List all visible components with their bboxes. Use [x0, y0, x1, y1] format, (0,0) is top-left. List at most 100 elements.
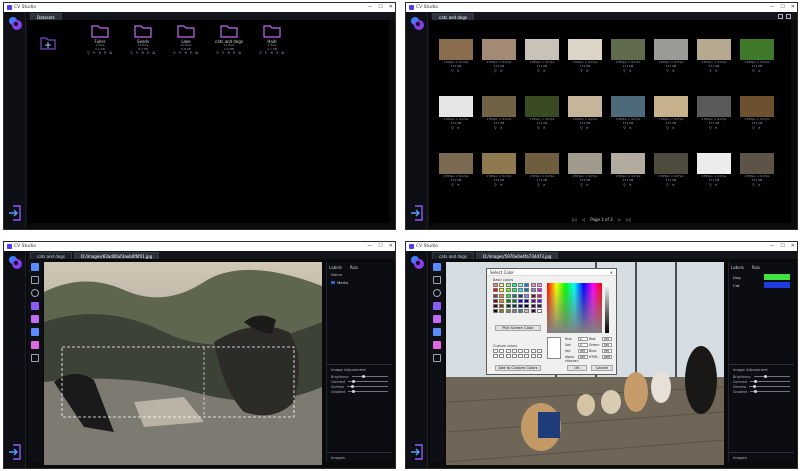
thumbnail-actions[interactable]: ⚲ ✕: [608, 126, 648, 130]
basic-color-swatch[interactable]: [537, 298, 543, 303]
thumbnail-actions[interactable]: ⚲ ✕: [479, 69, 519, 73]
luminance-slider[interactable]: [605, 283, 609, 333]
basic-color-swatch[interactable]: [524, 309, 530, 314]
minimize-button[interactable]: —: [367, 242, 372, 251]
basic-color-swatch[interactable]: [530, 298, 536, 303]
tab-cats-and-dogs[interactable]: cats and dogs: [30, 252, 72, 259]
folder-actions[interactable]: ⚲ ✎ ⟲ ⎘ ⧉: [168, 51, 204, 55]
image-thumbnail[interactable]: [525, 39, 559, 60]
custom-color-swatch[interactable]: [493, 349, 498, 353]
custom-color-swatch[interactable]: [505, 349, 511, 353]
magic-wand-icon[interactable]: [31, 354, 39, 362]
folder-card[interactable]: Fuller 1 files 0.2 KB ⚲ ✎ ⟲ ⎘ ⧉: [82, 24, 118, 55]
val-input[interactable]: [578, 349, 588, 353]
brush-tool-icon[interactable]: [31, 315, 39, 323]
folder-actions[interactable]: ⚲ ✎ ⟲ ⎘ ⧉: [211, 51, 247, 55]
tab-image-file[interactable]: D:/images/83ad06af3aeb0f6f01.jpg: [73, 252, 160, 259]
image-thumbnail-card[interactable]: 1705px × 917px 171 KB ⚲ ✕: [565, 96, 605, 130]
first-page-button[interactable]: |◁: [572, 217, 576, 222]
basic-color-swatch[interactable]: [499, 293, 505, 298]
basic-color-swatch[interactable]: [499, 288, 505, 293]
basic-color-swatch[interactable]: [493, 283, 498, 287]
image-thumbnail[interactable]: [740, 39, 774, 60]
image-thumbnail[interactable]: [654, 39, 688, 60]
hue-input[interactable]: [578, 337, 588, 341]
thumbnail-actions[interactable]: ⚲ ✕: [651, 126, 691, 130]
folder-actions[interactable]: ⚲ ✎ ⟲ ⎘ ⧉: [82, 51, 118, 55]
gradient-slider[interactable]: Gradient: [729, 389, 794, 394]
image-thumbnail-card[interactable]: 1705px × 917px 171 KB ⚲ ✕: [608, 96, 648, 130]
thumbnail-actions[interactable]: ⚲ ✕: [608, 183, 648, 187]
image-thumbnail-card[interactable]: 1705px × 917px 171 KB ⚲ ✕: [522, 153, 562, 187]
close-button[interactable]: ✕: [791, 3, 795, 12]
maximize-button[interactable]: ☐: [378, 242, 382, 251]
folder-card[interactable]: Lake 10 files 0.8 KB ⚲ ✎ ⟲ ⎘ ⧉: [168, 24, 204, 55]
basic-color-swatch[interactable]: [524, 288, 530, 293]
maximize-button[interactable]: ☐: [780, 242, 784, 251]
custom-color-swatch[interactable]: [518, 354, 524, 359]
ok-button[interactable]: OK: [567, 365, 587, 371]
folder-actions[interactable]: ⚲ ✎ ⟲ ⎘ ⧉: [254, 51, 290, 55]
image-thumbnail-card[interactable]: 1705px × 917px 171 KB ⚲ ✕: [479, 96, 519, 130]
thumbnail-actions[interactable]: ⚲ ✕: [737, 69, 777, 73]
custom-color-swatch[interactable]: [511, 354, 517, 359]
image-thumbnail-card[interactable]: 1705px × 917px 171 KB ⚲ ✕: [436, 96, 476, 130]
gradient-slider[interactable]: Gradient: [327, 389, 392, 394]
image-thumbnail-card[interactable]: 1705px × 917px 171 KB ⚲ ✕: [436, 153, 476, 187]
thumbnail-actions[interactable]: ⚲ ✕: [694, 183, 734, 187]
basic-color-swatch[interactable]: [493, 298, 498, 303]
image-thumbnail[interactable]: [482, 96, 516, 117]
thumbnail-actions[interactable]: ⚲ ✕: [522, 183, 562, 187]
basic-color-swatch[interactable]: [530, 293, 536, 298]
add-folder-icon[interactable]: [40, 36, 56, 50]
basic-color-swatch[interactable]: [524, 304, 530, 309]
label-item[interactable]: Marks: [327, 279, 392, 286]
basic-color-swatch[interactable]: [530, 288, 536, 293]
image-thumbnail-card[interactable]: 1705px × 917px 171 KB ⚲ ✕: [565, 153, 605, 187]
tab-image-file[interactable]: D:/images/5976e0e4fa734d73.jpg: [475, 252, 559, 259]
basic-color-swatch[interactable]: [530, 283, 536, 287]
tab-rois[interactable]: Rois: [350, 265, 358, 270]
close-icon[interactable]: ✕: [610, 269, 613, 276]
custom-color-swatch[interactable]: [524, 349, 530, 353]
thumbnail-actions[interactable]: ⚲ ✕: [565, 69, 605, 73]
image-thumbnail-card[interactable]: 1705px × 917px 171 KB ⚲ ✕: [565, 39, 605, 73]
image-thumbnail-card[interactable]: 1705px × 917px 171 KB ⚲ ✕: [651, 39, 691, 73]
folder-card[interactable]: cats and dogs 12 files 2.6 MB ⚲ ✎ ⟲ ⎘ ⧉: [211, 24, 247, 55]
magic-wand-icon[interactable]: [433, 354, 441, 362]
maximize-button[interactable]: ☐: [378, 3, 382, 12]
fill-tool-icon[interactable]: [433, 328, 441, 336]
minimize-button[interactable]: —: [367, 3, 372, 12]
custom-color-swatch[interactable]: [499, 354, 505, 359]
image-thumbnail-card[interactable]: 1705px × 917px 171 KB ⚲ ✕: [694, 153, 734, 187]
pointer-tool-icon[interactable]: [433, 263, 441, 271]
brush-tool-icon[interactable]: [433, 315, 441, 323]
polygon-tool-icon[interactable]: [31, 302, 39, 310]
thumbnail-actions[interactable]: ⚲ ✕: [694, 126, 734, 130]
alpha-input[interactable]: [578, 355, 588, 359]
rectangle-tool-icon[interactable]: [31, 276, 39, 284]
basic-color-swatch[interactable]: [537, 288, 543, 293]
close-button[interactable]: ✕: [389, 242, 393, 251]
sat-input[interactable]: [578, 343, 588, 347]
custom-color-swatch[interactable]: [530, 354, 536, 359]
folder-card[interactable]: Seeds 12 files 8.3 KB ⚲ ✎ ⟲ ⎘ ⧉: [125, 24, 161, 55]
basic-color-swatch[interactable]: [530, 309, 536, 314]
prev-page-button[interactable]: ◁: [582, 217, 585, 222]
image-thumbnail-card[interactable]: 1705px × 917px 171 KB ⚲ ✕: [694, 39, 734, 73]
image-thumbnail-card[interactable]: 1705px × 917px 171 KB ⚲ ✕: [737, 39, 777, 73]
image-thumbnail[interactable]: [568, 153, 602, 174]
tab-cats-and-dogs[interactable]: cats and dogs: [432, 252, 474, 259]
grid-view-icon[interactable]: [778, 14, 783, 19]
basic-color-swatch[interactable]: [537, 283, 543, 287]
ellipse-tool-icon[interactable]: [433, 289, 441, 297]
red-input[interactable]: [602, 337, 612, 341]
thumbnail-actions[interactable]: ⚲ ✕: [522, 126, 562, 130]
basic-color-swatch[interactable]: [524, 293, 530, 298]
maximize-button[interactable]: ☐: [780, 3, 784, 12]
image-thumbnail-card[interactable]: 1705px × 917px 171 KB ⚲ ✕: [436, 39, 476, 73]
image-thumbnail-card[interactable]: 1705px × 917px 171 KB ⚲ ✕: [737, 153, 777, 187]
basic-color-swatch[interactable]: [499, 298, 505, 303]
label-color-swatch[interactable]: [764, 282, 790, 288]
basic-color-swatch[interactable]: [518, 283, 524, 287]
